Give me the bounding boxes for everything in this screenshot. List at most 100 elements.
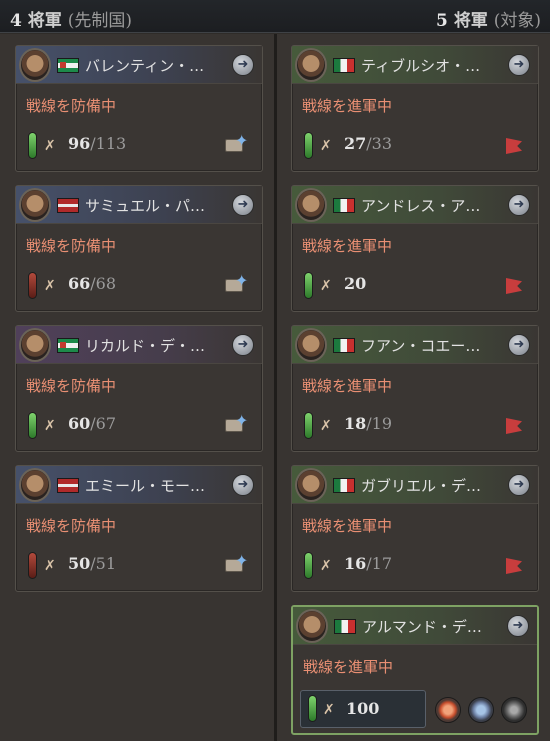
troop-box[interactable]: ✗ 100 bbox=[300, 690, 426, 728]
general-card[interactable]: サミュエル・パ… ➜ 戦線を防備中 ✗ 66/68 ✦ bbox=[15, 185, 263, 312]
advance-order-icon[interactable] bbox=[468, 697, 494, 723]
general-name[interactable]: アルマンド・デ… bbox=[362, 616, 482, 637]
general-card[interactable]: バレンティン・… ➜ 戦線を防備中 ✗ 96/113 ✦ bbox=[15, 45, 263, 172]
troop-current: 96 bbox=[68, 134, 91, 153]
general-status: 戦線を進軍中 bbox=[302, 97, 393, 115]
defend-shield-icon: ✦ bbox=[225, 131, 251, 155]
troop-count: 27/33 bbox=[344, 134, 392, 153]
readiness-indicator bbox=[308, 695, 317, 722]
general-card[interactable]: フアン・コエー… ➜ 戦線を進軍中 ✗ 18/19 bbox=[291, 325, 539, 452]
readiness-indicator bbox=[28, 272, 37, 299]
general-name[interactable]: エミール・モー… bbox=[85, 475, 205, 496]
readiness-indicator bbox=[28, 132, 37, 159]
general-portrait[interactable] bbox=[295, 48, 327, 82]
infantry-icon: ✗ bbox=[44, 138, 56, 154]
arrow-right-icon[interactable]: ➜ bbox=[508, 474, 530, 496]
general-status: 戦線を進軍中 bbox=[302, 237, 393, 255]
general-status: 戦線を防備中 bbox=[26, 97, 117, 115]
country-flag-icon bbox=[333, 478, 355, 493]
header-bar: 4 将軍 (先制国) 5 将軍 (対象) bbox=[0, 0, 550, 33]
general-portrait[interactable] bbox=[296, 609, 328, 643]
general-card[interactable]: アンドレス・ア… ➜ 戦線を進軍中 ✗ 20 bbox=[291, 185, 539, 312]
readiness-indicator bbox=[304, 552, 313, 579]
readiness-indicator bbox=[28, 552, 37, 579]
selected-general-card[interactable]: アルマンド・デ… ➜ 戦線を進軍中 ✗ 100 bbox=[291, 605, 539, 735]
advance-flag-icon bbox=[506, 138, 522, 154]
general-status: 戦線を進軍中 bbox=[302, 377, 393, 395]
country-flag-icon bbox=[333, 198, 355, 213]
troop-current: 27 bbox=[344, 134, 367, 153]
attack-order-icon[interactable] bbox=[435, 697, 461, 723]
troop-max: /51 bbox=[90, 554, 117, 573]
troop-count: 18/19 bbox=[344, 414, 392, 433]
general-name[interactable]: フアン・コエー… bbox=[361, 335, 480, 356]
infantry-icon: ✗ bbox=[44, 558, 56, 574]
arrow-right-icon[interactable]: ➜ bbox=[232, 54, 254, 76]
defender-side: (対象) bbox=[493, 11, 541, 31]
defend-shield-icon: ✦ bbox=[225, 271, 251, 295]
readiness-indicator bbox=[304, 412, 313, 439]
troop-current: 18 bbox=[344, 414, 367, 433]
attacker-header: 4 将軍 (先制国) bbox=[10, 6, 132, 31]
general-name[interactable]: サミュエル・パ… bbox=[85, 195, 205, 216]
infantry-icon: ✗ bbox=[320, 558, 332, 574]
general-portrait[interactable] bbox=[19, 328, 51, 362]
infantry-icon: ✗ bbox=[320, 418, 332, 434]
attacker-count: 4 bbox=[10, 11, 22, 31]
general-portrait[interactable] bbox=[295, 468, 327, 502]
arrow-right-icon[interactable]: ➜ bbox=[508, 334, 530, 356]
infantry-icon: ✗ bbox=[320, 138, 332, 154]
arrow-right-icon[interactable]: ➜ bbox=[507, 615, 529, 637]
country-flag-icon bbox=[57, 338, 79, 353]
general-name[interactable]: リカルド・デ・… bbox=[85, 335, 205, 356]
arrow-right-icon[interactable]: ➜ bbox=[232, 474, 254, 496]
troop-count: 96/113 bbox=[68, 134, 126, 153]
country-flag-icon bbox=[334, 619, 356, 634]
advance-flag-icon bbox=[506, 278, 522, 294]
general-card[interactable]: エミール・モー… ➜ 戦線を防備中 ✗ 50/51 ✦ bbox=[15, 465, 263, 592]
attacker-label: 将軍 bbox=[27, 11, 62, 31]
defender-count: 5 bbox=[436, 11, 448, 31]
troop-count: 100 bbox=[346, 699, 379, 718]
hourglass-icon[interactable] bbox=[501, 697, 527, 723]
general-portrait[interactable] bbox=[19, 188, 51, 222]
country-flag-icon bbox=[57, 478, 79, 493]
troop-current: 100 bbox=[346, 699, 380, 718]
infantry-icon: ✗ bbox=[320, 278, 332, 294]
general-status: 戦線を進軍中 bbox=[302, 517, 393, 535]
attacker-side: (先制国) bbox=[67, 11, 132, 31]
general-name[interactable]: アンドレス・ア… bbox=[361, 195, 480, 216]
general-card[interactable]: ガブリエル・デ… ➜ 戦線を進軍中 ✗ 16/17 bbox=[291, 465, 539, 592]
readiness-indicator bbox=[304, 272, 313, 299]
general-portrait[interactable] bbox=[295, 328, 327, 362]
defender-header: 5 将軍 (対象) bbox=[436, 6, 541, 31]
general-portrait[interactable] bbox=[19, 48, 51, 82]
troop-max: /17 bbox=[366, 554, 393, 573]
general-name[interactable]: バレンティン・… bbox=[85, 55, 204, 76]
general-name[interactable]: ティブルシオ・… bbox=[361, 55, 480, 76]
arrow-right-icon[interactable]: ➜ bbox=[508, 194, 530, 216]
general-status: 戦線を防備中 bbox=[26, 517, 117, 535]
country-flag-icon bbox=[333, 58, 355, 73]
arrow-right-icon[interactable]: ➜ bbox=[232, 194, 254, 216]
troop-max: /68 bbox=[90, 274, 117, 293]
general-portrait[interactable] bbox=[19, 468, 51, 502]
arrow-right-icon[interactable]: ➜ bbox=[232, 334, 254, 356]
general-name[interactable]: ガブリエル・デ… bbox=[361, 475, 481, 496]
infantry-icon: ✗ bbox=[44, 278, 56, 294]
troop-current: 20 bbox=[344, 274, 367, 293]
troop-count: 66/68 bbox=[68, 274, 116, 293]
country-flag-icon bbox=[57, 198, 79, 213]
troop-count: 60/67 bbox=[68, 414, 116, 433]
general-card[interactable]: ティブルシオ・… ➜ 戦線を進軍中 ✗ 27/33 bbox=[291, 45, 539, 172]
country-flag-icon bbox=[333, 338, 355, 353]
general-card[interactable]: リカルド・デ・… ➜ 戦線を防備中 ✗ 60/67 ✦ bbox=[15, 325, 263, 452]
infantry-icon: ✗ bbox=[44, 418, 56, 434]
defend-shield-icon: ✦ bbox=[225, 551, 251, 575]
arrow-right-icon[interactable]: ➜ bbox=[508, 54, 530, 76]
troop-current: 16 bbox=[344, 554, 367, 573]
troop-count: 16/17 bbox=[344, 554, 392, 573]
general-portrait[interactable] bbox=[295, 188, 327, 222]
general-status: 戦線を進軍中 bbox=[303, 658, 394, 676]
general-status: 戦線を防備中 bbox=[26, 377, 117, 395]
